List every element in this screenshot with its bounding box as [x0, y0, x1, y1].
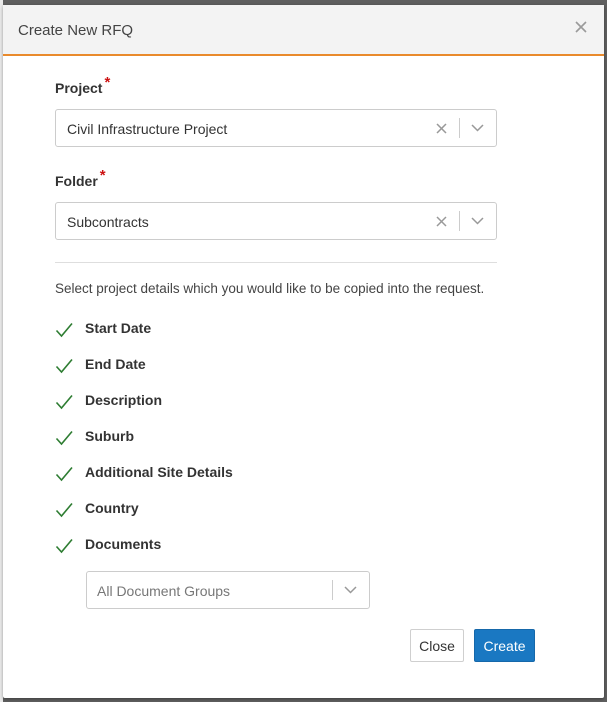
checkmark-icon[interactable]: [55, 429, 73, 447]
dialog-body: Project * Civil Infrastructure Project Fo…: [55, 74, 498, 570]
dialog-title: Create New RFQ: [18, 22, 134, 39]
document-groups-placeholder: All Document Groups: [97, 583, 231, 599]
checkbox-country[interactable]: Country: [55, 498, 498, 534]
checkmark-icon[interactable]: [55, 465, 73, 483]
project-label: Project *: [55, 74, 498, 102]
chevron-down-icon[interactable]: [471, 217, 484, 225]
checkbox-label: End Date: [85, 356, 146, 372]
required-asterisk: *: [104, 74, 111, 91]
create-button[interactable]: Create: [474, 629, 535, 662]
checkbox-documents[interactable]: Documents: [55, 534, 498, 570]
project-label-text: Project: [55, 80, 103, 96]
folder-select[interactable]: Subcontracts: [55, 202, 497, 240]
checkbox-label: Additional Site Details: [85, 464, 233, 480]
checkbox-label: Suburb: [85, 428, 134, 444]
document-groups-select[interactable]: All Document Groups: [86, 571, 370, 609]
checkbox-suburb[interactable]: Suburb: [55, 426, 498, 462]
folder-select-value: Subcontracts: [67, 214, 149, 230]
checkbox-label: Description: [85, 392, 163, 408]
details-help-text: Select project details which you would l…: [55, 281, 485, 296]
close-icon[interactable]: [574, 20, 588, 34]
select-separator: [459, 211, 460, 231]
select-separator: [459, 118, 460, 138]
checkmark-icon[interactable]: [55, 501, 73, 519]
checkbox-label: Start Date: [85, 320, 152, 336]
folder-label: Folder *: [55, 167, 498, 195]
checkmark-icon[interactable]: [55, 357, 73, 375]
project-select[interactable]: Civil Infrastructure Project: [55, 109, 497, 147]
select-separator: [332, 580, 333, 600]
checkbox-label: Country: [85, 500, 139, 516]
chevron-down-icon[interactable]: [471, 124, 484, 132]
clear-icon[interactable]: [436, 123, 447, 134]
dialog-header: Create New RFQ: [3, 5, 604, 56]
required-asterisk: *: [99, 167, 106, 184]
checkbox-description[interactable]: Description: [55, 390, 498, 426]
clear-icon[interactable]: [436, 216, 447, 227]
checkmark-icon[interactable]: [55, 321, 73, 339]
checkmark-icon[interactable]: [55, 537, 73, 555]
project-select-value: Civil Infrastructure Project: [67, 121, 228, 137]
folder-label-text: Folder: [55, 173, 98, 189]
checkmark-icon[interactable]: [55, 393, 73, 411]
details-checkbox-list: Start Date End Date Description Suburb A…: [55, 318, 498, 570]
checkbox-additional-site-details[interactable]: Additional Site Details: [55, 462, 498, 498]
checkbox-label: Documents: [85, 536, 162, 552]
section-divider: [55, 262, 497, 263]
create-rfq-dialog: Create New RFQ Project * Civil Infrastruc…: [3, 5, 604, 698]
checkbox-end-date[interactable]: End Date: [55, 354, 498, 390]
checkbox-start-date[interactable]: Start Date: [55, 318, 498, 354]
close-button[interactable]: Close: [410, 629, 464, 662]
chevron-down-icon[interactable]: [344, 586, 357, 594]
